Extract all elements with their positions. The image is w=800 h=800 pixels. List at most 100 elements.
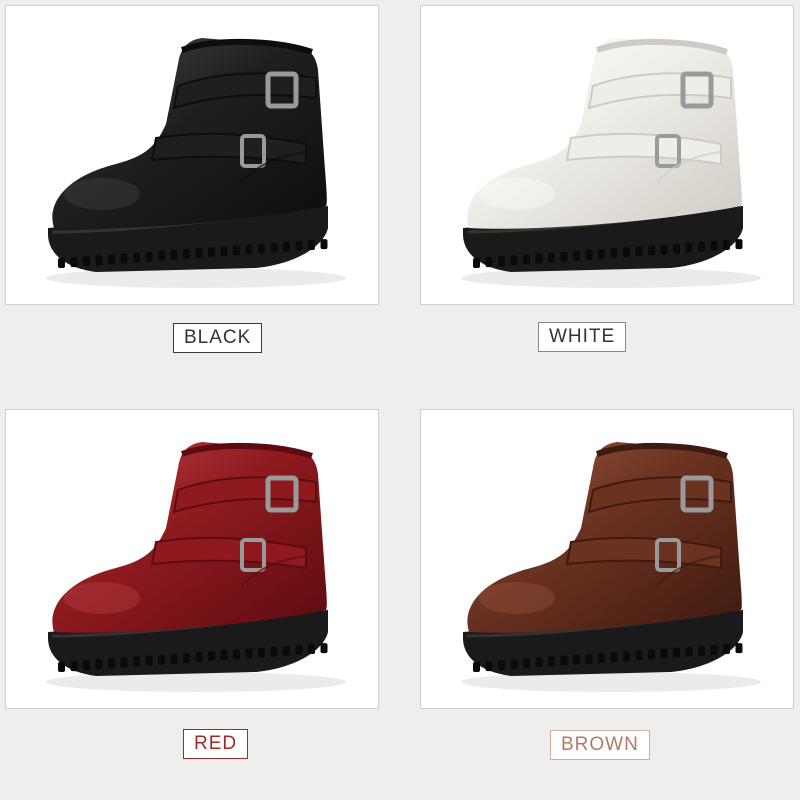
- toe-highlight: [479, 178, 555, 210]
- sole-tread: [510, 255, 518, 266]
- boot-illustration: [46, 442, 346, 692]
- sole-tread: [183, 653, 190, 663]
- toe-highlight: [64, 178, 140, 210]
- sole-tread: [158, 250, 165, 261]
- sole-tread: [648, 649, 655, 660]
- sole-tread: [108, 658, 115, 669]
- sole-tread: [220, 246, 228, 257]
- sole-tread: [70, 661, 78, 672]
- sole-tread: [108, 254, 115, 265]
- sole-tread: [195, 248, 203, 259]
- sole-tread: [498, 660, 505, 671]
- sole-tread: [120, 657, 128, 668]
- sole-tread: [710, 644, 718, 655]
- sole-tread: [195, 652, 203, 663]
- sole-tread: [58, 662, 65, 672]
- sole-tread: [120, 253, 128, 264]
- sole-tread: [170, 653, 178, 664]
- sole-tread: [710, 240, 718, 251]
- sole-tread: [610, 652, 618, 663]
- sole-tread: [58, 258, 65, 268]
- sole-tread: [245, 648, 253, 659]
- sole-tread: [548, 252, 555, 263]
- sole-tread: [320, 239, 328, 250]
- sole-tread: [635, 246, 643, 257]
- sole-tread: [70, 257, 78, 268]
- product-image-white: [420, 5, 794, 305]
- sole-tread: [170, 249, 178, 260]
- sole-tread: [498, 256, 505, 267]
- sole-tread: [295, 240, 303, 251]
- sole-tread: [95, 659, 103, 670]
- sole-tread: [220, 650, 228, 661]
- boot-illustration: [461, 38, 761, 288]
- sole-tread: [233, 649, 240, 660]
- sole-tread: [208, 247, 215, 258]
- sole-tread: [735, 643, 743, 654]
- sole-tread: [270, 242, 278, 253]
- sole-tread: [535, 657, 543, 668]
- sole-tread: [723, 644, 730, 654]
- sole-tread: [308, 240, 315, 250]
- sole-tread: [208, 651, 215, 662]
- sole-tread: [560, 251, 568, 262]
- sole-tread: [660, 648, 668, 659]
- sole-tread: [245, 244, 253, 255]
- sole-tread: [623, 247, 630, 258]
- sole-tread: [320, 643, 328, 654]
- sole-tread: [685, 242, 693, 253]
- sole-tread: [535, 253, 543, 264]
- toe-highlight: [64, 582, 140, 614]
- sole-tread: [295, 644, 303, 655]
- sole-tread: [623, 651, 630, 662]
- sole-tread: [473, 258, 480, 268]
- sole-tread: [698, 241, 705, 252]
- sole-tread: [548, 656, 555, 667]
- sole-tread: [598, 653, 605, 663]
- sole-tread: [270, 646, 278, 657]
- sole-tread: [133, 656, 140, 667]
- sole-tread: [233, 245, 240, 256]
- sole-tread: [510, 659, 518, 670]
- sole-tread: [308, 644, 315, 654]
- color-label-white[interactable]: WHITE: [538, 322, 627, 352]
- product-image-brown: [420, 409, 794, 709]
- sole-tread: [183, 249, 190, 259]
- product-image-red: [5, 409, 379, 709]
- color-label-red[interactable]: RED: [183, 729, 249, 759]
- sole-tread: [673, 647, 680, 658]
- sole-tread: [473, 662, 480, 672]
- sole-tread: [145, 655, 153, 666]
- toe-highlight: [479, 582, 555, 614]
- sole-tread: [673, 243, 680, 254]
- sole-tread: [523, 658, 530, 669]
- sole-tread: [573, 250, 580, 261]
- color-label-black[interactable]: BLACK: [173, 323, 263, 353]
- sole-tread: [560, 655, 568, 666]
- sole-tread: [485, 661, 493, 672]
- sole-tread: [283, 241, 290, 252]
- sole-tread: [660, 244, 668, 255]
- sole-tread: [258, 243, 265, 254]
- color-label-brown[interactable]: BROWN: [550, 730, 650, 760]
- sole-tread: [83, 256, 90, 267]
- sole-tread: [635, 650, 643, 661]
- sole-tread: [83, 660, 90, 671]
- sole-tread: [133, 252, 140, 263]
- sole-tread: [585, 249, 593, 260]
- sole-tread: [283, 645, 290, 656]
- sole-tread: [95, 255, 103, 266]
- sole-tread: [573, 654, 580, 665]
- sole-tread: [598, 249, 605, 259]
- sole-tread: [523, 254, 530, 265]
- sole-tread: [610, 248, 618, 259]
- sole-tread: [685, 646, 693, 657]
- boot-illustration: [461, 442, 761, 692]
- sole-tread: [485, 257, 493, 268]
- sole-tread: [585, 653, 593, 664]
- sole-tread: [258, 647, 265, 658]
- sole-tread: [723, 240, 730, 250]
- boot-illustration: [46, 38, 346, 288]
- sole-tread: [145, 251, 153, 262]
- sole-tread: [735, 239, 743, 250]
